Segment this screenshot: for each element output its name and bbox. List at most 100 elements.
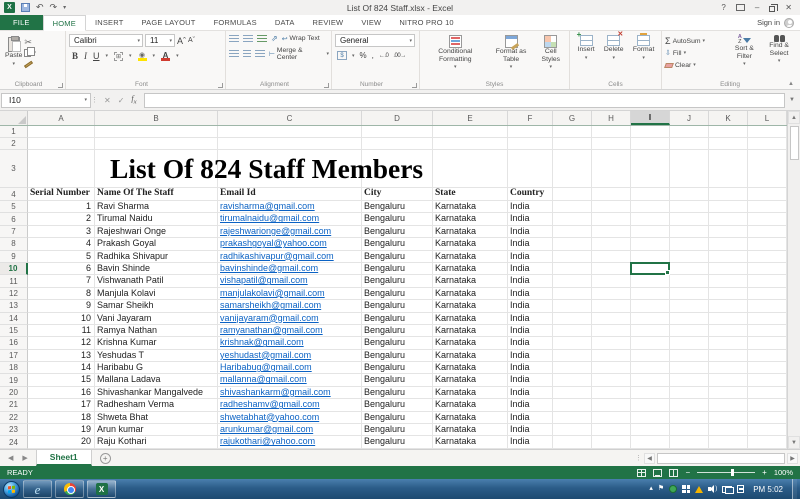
cell[interactable]: Haribabu G xyxy=(95,362,218,374)
font-name-combo[interactable]: Calibri▾ xyxy=(69,34,143,47)
cell[interactable] xyxy=(631,350,670,362)
cell[interactable]: Bengaluru xyxy=(362,350,433,362)
cell[interactable]: bavinshinde@gmail.com xyxy=(218,263,362,275)
expand-formula-bar-icon[interactable]: ▼ xyxy=(785,97,799,103)
cell[interactable]: radhikashivapur@gmail.com xyxy=(218,251,362,263)
increase-decimal-icon[interactable]: ←.0 xyxy=(379,53,389,59)
cell[interactable] xyxy=(592,275,631,287)
selected-cell-I10[interactable] xyxy=(630,262,670,275)
cell[interactable] xyxy=(592,188,631,201)
show-desktop-button[interactable] xyxy=(792,479,797,499)
select-all-corner[interactable] xyxy=(0,111,28,125)
cell[interactable] xyxy=(748,138,787,150)
clipboard-dialog-launcher[interactable] xyxy=(58,83,63,88)
tab-file[interactable]: FILE xyxy=(0,15,43,30)
cell[interactable] xyxy=(592,251,631,263)
cell[interactable]: arunkumar@gmail.com xyxy=(218,424,362,436)
zoom-slider-thumb[interactable] xyxy=(731,469,734,476)
column-header-J[interactable]: J xyxy=(670,111,709,125)
scroll-left-icon[interactable]: ◀ xyxy=(644,453,655,464)
cell[interactable]: 12 xyxy=(28,337,95,349)
cell[interactable]: Tirumal Naidu xyxy=(95,213,218,225)
format-painter-icon[interactable] xyxy=(24,60,33,68)
cell[interactable]: Karnataka xyxy=(433,387,508,399)
email-link[interactable]: shivashankarm@gmail.com xyxy=(220,387,331,397)
horizontal-scrollbar[interactable]: ⋮ ◀ ▶ xyxy=(635,450,800,466)
number-format-combo[interactable]: General▾ xyxy=(335,34,415,47)
action-center-icon[interactable] xyxy=(737,485,744,493)
cell[interactable]: Karnataka xyxy=(433,300,508,312)
cell[interactable] xyxy=(592,337,631,349)
cell[interactable]: Email Id xyxy=(218,188,362,201)
cell[interactable]: Vishwanath Patil xyxy=(95,275,218,287)
cell[interactable] xyxy=(709,263,748,275)
save-icon[interactable] xyxy=(21,3,30,12)
cell[interactable] xyxy=(709,288,748,300)
font-color-icon[interactable]: A xyxy=(161,52,170,61)
cell[interactable]: shivashankarm@gmail.com xyxy=(218,387,362,399)
cell[interactable]: Bengaluru xyxy=(362,337,433,349)
borders-icon[interactable]: ⊞ xyxy=(114,52,123,61)
close-icon[interactable]: ✕ xyxy=(785,3,792,13)
cell[interactable]: Bengaluru xyxy=(362,325,433,337)
cell[interactable] xyxy=(508,126,553,138)
row-header-11[interactable]: 11 xyxy=(0,275,28,287)
cell[interactable]: 8 xyxy=(28,288,95,300)
cell[interactable]: 5 xyxy=(28,251,95,263)
cell[interactable] xyxy=(553,436,592,448)
paste-button[interactable]: Paste ▾ xyxy=(3,34,24,78)
cell[interactable]: Radhesham Verma xyxy=(95,399,218,411)
email-link[interactable]: tirumalnaidu@gmail.com xyxy=(220,213,319,223)
column-header-L[interactable]: L xyxy=(748,111,787,125)
row-header-20[interactable]: 20 xyxy=(0,387,28,399)
cell[interactable] xyxy=(631,387,670,399)
cell[interactable] xyxy=(592,226,631,238)
autosum-button[interactable]: ΣAutoSum▾ xyxy=(665,36,727,46)
cell[interactable] xyxy=(670,251,709,263)
cell[interactable] xyxy=(553,412,592,424)
cell[interactable]: ravisharma@gmail.com xyxy=(218,201,362,213)
cell[interactable]: Karnataka xyxy=(433,238,508,250)
tab-review[interactable]: REVIEW xyxy=(304,15,353,30)
cell[interactable] xyxy=(592,436,631,448)
cell[interactable] xyxy=(670,226,709,238)
align-left-icon[interactable] xyxy=(229,50,239,58)
cell[interactable] xyxy=(709,150,748,188)
cell[interactable]: 7 xyxy=(28,275,95,287)
page-break-view-icon[interactable] xyxy=(669,469,678,477)
cell[interactable] xyxy=(592,313,631,325)
email-link[interactable]: ramyanathan@gmail.com xyxy=(220,325,323,335)
cell[interactable]: State xyxy=(433,188,508,201)
cell[interactable]: 6 xyxy=(28,263,95,275)
cell[interactable] xyxy=(709,238,748,250)
cell[interactable] xyxy=(362,126,433,138)
cell[interactable] xyxy=(748,288,787,300)
cell[interactable] xyxy=(709,138,748,150)
cell[interactable] xyxy=(748,300,787,312)
cell[interactable]: Bengaluru xyxy=(362,251,433,263)
email-link[interactable]: yeshudast@gmail.com xyxy=(220,350,311,360)
cell[interactable]: Shweta Bhat xyxy=(95,412,218,424)
row-header-22[interactable]: 22 xyxy=(0,412,28,424)
cell[interactable] xyxy=(748,313,787,325)
cell[interactable]: prakashgoyal@yahoo.com xyxy=(218,238,362,250)
styles-button-conditional-formatting[interactable]: Conditional Formatting▾ xyxy=(423,34,488,78)
copy-icon[interactable] xyxy=(24,49,31,57)
tab-view[interactable]: VIEW xyxy=(352,15,390,30)
tab-data[interactable]: DATA xyxy=(266,15,304,30)
cell[interactable]: 20 xyxy=(28,436,95,448)
cell[interactable] xyxy=(553,288,592,300)
cell[interactable] xyxy=(553,337,592,349)
next-sheet-icon[interactable]: ▶ xyxy=(22,454,27,462)
cell[interactable] xyxy=(631,399,670,411)
cell[interactable] xyxy=(631,374,670,386)
cell[interactable] xyxy=(670,150,709,188)
cell[interactable] xyxy=(592,238,631,250)
tray-app-icon[interactable] xyxy=(669,485,677,493)
formula-input[interactable] xyxy=(144,93,785,108)
vertical-scrollbar[interactable]: ▲ ▼ xyxy=(787,111,800,449)
cell[interactable]: Mallana Ladava xyxy=(95,374,218,386)
cell[interactable] xyxy=(631,150,670,188)
cell[interactable] xyxy=(748,412,787,424)
cell[interactable]: Bengaluru xyxy=(362,412,433,424)
